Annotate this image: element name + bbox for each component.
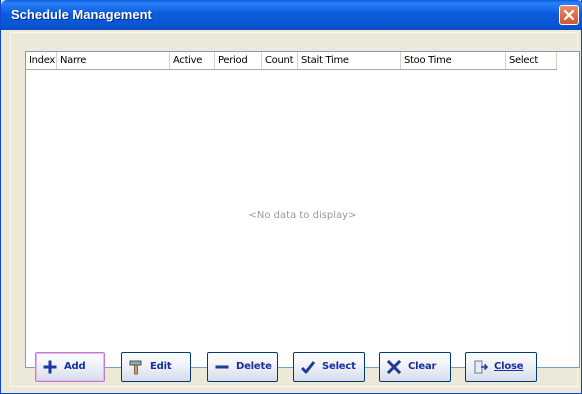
exit-door-icon xyxy=(474,360,488,374)
schedule-management-window: Schedule Management Index Narre Active P… xyxy=(0,0,582,394)
content-panel: Index Narre Active Period Count Stait Ti… xyxy=(10,32,580,387)
hammer-icon xyxy=(129,360,142,375)
plus-icon xyxy=(43,360,57,374)
column-header-index[interactable]: Index xyxy=(26,52,57,69)
column-header-stop-time[interactable]: Stoo Time xyxy=(401,52,506,69)
close-button-label: Close xyxy=(494,361,524,372)
checkmark-icon xyxy=(300,361,316,374)
window-close-button[interactable] xyxy=(559,5,579,25)
select-button[interactable]: Select xyxy=(293,352,365,382)
select-button-label: Select xyxy=(322,361,356,372)
edit-button-label: Edit xyxy=(150,361,172,372)
edit-button[interactable]: Edit xyxy=(121,352,191,382)
schedule-grid[interactable]: Index Narre Active Period Count Stait Ti… xyxy=(25,51,580,368)
window-title: Schedule Management xyxy=(11,7,152,22)
column-header-start-time[interactable]: Stait Time xyxy=(298,52,401,69)
title-bar[interactable]: Schedule Management xyxy=(1,0,582,30)
column-header-count[interactable]: Count xyxy=(262,52,298,69)
clear-button[interactable]: Clear xyxy=(379,352,451,382)
column-header-period[interactable]: Period xyxy=(215,52,262,69)
add-button-label: Add xyxy=(64,361,86,372)
close-icon xyxy=(563,9,575,21)
delete-button-label: Delete xyxy=(236,361,272,372)
x-icon xyxy=(386,359,402,375)
grid-header: Index Narre Active Period Count Stait Ti… xyxy=(26,52,557,70)
empty-grid-message: <No data to display> xyxy=(248,210,357,221)
column-header-active[interactable]: Active xyxy=(170,52,215,69)
delete-button[interactable]: Delete xyxy=(207,352,278,382)
minus-icon xyxy=(215,365,229,369)
column-header-name[interactable]: Narre xyxy=(57,52,170,69)
column-header-select[interactable]: Select xyxy=(506,52,557,69)
clear-button-label: Clear xyxy=(408,361,437,372)
close-button[interactable]: Close xyxy=(465,352,537,382)
add-button[interactable]: Add xyxy=(35,352,105,382)
